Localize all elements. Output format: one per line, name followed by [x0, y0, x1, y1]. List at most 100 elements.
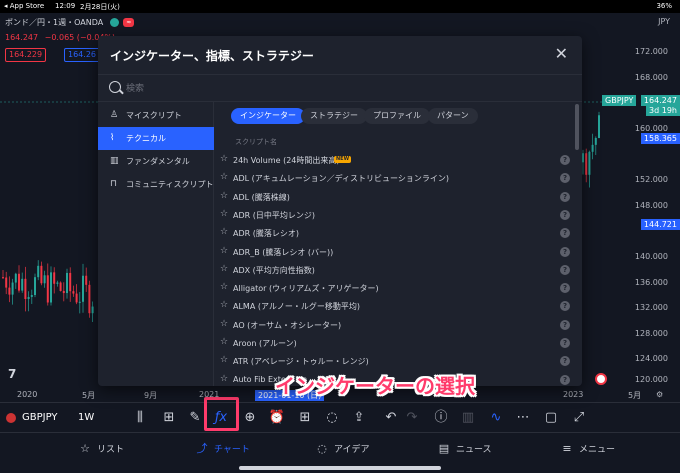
search-input[interactable] [126, 81, 546, 97]
script-row[interactable]: ☆ ATR (アベレージ・トゥルー・レンジ)? [214, 352, 582, 370]
sidebar-item-community-scripts[interactable]: ⊓ コミュニティスクリプト [98, 173, 214, 196]
help-icon[interactable]: ? [560, 246, 570, 257]
favorite-star-icon[interactable]: ☆ [220, 172, 228, 182]
favorite-star-icon[interactable]: ☆ [220, 154, 228, 164]
sidebar-item-my-scripts[interactable]: ♙ マイスクリプト [98, 104, 214, 127]
candle-body [91, 306, 94, 314]
candle-body [43, 275, 46, 284]
x-tick: 9月 [144, 391, 158, 400]
tab-profiles[interactable]: プロファイル [364, 108, 430, 124]
nav-chart-label: チャート [214, 445, 250, 455]
script-row[interactable]: ☆ ADL (騰落株線)? [214, 188, 582, 206]
favorite-star-icon[interactable]: ☆ [220, 282, 228, 292]
nav-ideas-label: アイデア [334, 445, 370, 455]
axis-settings-icon[interactable]: ⚙ [656, 390, 663, 399]
indicators-icon[interactable]: ƒx [210, 409, 232, 427]
add-icon[interactable]: ⊕ [241, 409, 259, 427]
nav-chart[interactable]: ⤴ チャート [195, 442, 250, 456]
square-icon[interactable]: ▢ [542, 409, 560, 427]
help-icon[interactable]: ? [560, 283, 570, 294]
drawing-tools-icon[interactable]: ✎ [186, 409, 204, 427]
script-name: ADL (騰落株線) [233, 192, 290, 202]
compare-symbol-icon[interactable]: ⊞ [160, 409, 178, 427]
favorite-star-icon[interactable]: ☆ [220, 337, 228, 347]
search-row [98, 74, 582, 102]
nav-menu[interactable]: ≡ メニュー [560, 442, 615, 456]
tab-patterns[interactable]: パターン [428, 108, 478, 124]
script-row[interactable]: ☆ Aroon (アルーン)? [214, 334, 582, 352]
script-name: ADR (騰落レシオ) [233, 229, 299, 239]
undo-icon[interactable]: ↶ [382, 409, 400, 427]
chart-style-icon[interactable]: ⫼ [131, 409, 149, 427]
redo-icon[interactable]: ↷ [403, 409, 421, 427]
more-icon[interactable]: ⋯ [514, 409, 532, 427]
price-axis[interactable]: JPY 172.000 168.000 160.000 152.000 148.… [602, 13, 680, 388]
tab-strategies[interactable]: ストラテジー [301, 108, 367, 124]
script-row[interactable]: ☆ ALMA (アルノー・ルグー移動平均)? [214, 297, 582, 315]
help-icon[interactable]: ? [560, 209, 570, 220]
menu-icon: ≡ [562, 442, 572, 455]
idea-bulb-icon[interactable]: ◌ [323, 409, 341, 427]
script-row[interactable]: ☆ ADL (アキュムレーション／ディストリビューションライン)? [214, 169, 582, 187]
replay-wave-icon[interactable]: ∿ [487, 409, 505, 427]
nav-news[interactable]: ▤ ニュース [437, 442, 492, 456]
script-row[interactable]: ☆ ADR_B (騰落レシオ (バー))? [214, 243, 582, 261]
script-row[interactable]: ☆ Alligator (ウィリアムズ・アリゲーター)? [214, 279, 582, 297]
favorite-star-icon[interactable]: ☆ [220, 355, 228, 365]
favorite-star-icon[interactable]: ☆ [220, 374, 228, 384]
help-icon[interactable]: ? [560, 228, 570, 239]
favorite-star-icon[interactable]: ☆ [220, 264, 228, 274]
help-icon[interactable]: ? [560, 155, 570, 165]
tab-indicators[interactable]: インジケーター [231, 108, 305, 124]
script-row[interactable]: ☆ ADR (騰落レシオ)? [214, 224, 582, 242]
nav-list[interactable]: ☆ リスト [78, 442, 124, 456]
candle-body [2, 277, 4, 279]
help-icon[interactable]: ? [560, 319, 570, 330]
sell-button[interactable]: 164.229 [5, 48, 47, 62]
alert-clock-icon[interactable]: ⏰ [268, 409, 286, 427]
compare-icon[interactable]: ≈ [123, 18, 135, 27]
help-icon[interactable]: ? [560, 301, 570, 312]
script-name: ADX (平均方向性指数) [233, 265, 315, 275]
scrollbar[interactable] [575, 102, 579, 386]
interval-selector[interactable]: 1W [78, 412, 94, 423]
close-icon[interactable]: ✕ [555, 44, 568, 63]
candle-body [62, 290, 65, 294]
script-row[interactable]: ☆ 24h Volume (24時間出来高) NEW? [214, 151, 582, 169]
candle-body [588, 151, 591, 175]
candle-body [82, 275, 84, 302]
candle-body [582, 153, 584, 163]
layout-grid-icon[interactable]: ⊞ [296, 409, 314, 427]
help-icon[interactable]: ? [560, 374, 570, 385]
back-to-app-store[interactable]: ◂ App Store [4, 2, 44, 10]
bar-stats-icon[interactable]: ▥ [459, 409, 477, 427]
info-icon[interactable]: ⓘ [432, 409, 450, 427]
sidebar-item-technicals[interactable]: ⌇ テクニカル [98, 127, 214, 150]
script-row[interactable]: ☆ ADX (平均方向性指数)? [214, 261, 582, 279]
symbol-selector[interactable]: GBPJPY [22, 412, 58, 423]
favorite-star-icon[interactable]: ☆ [220, 209, 228, 219]
script-name: ATR (アベレージ・トゥルー・レンジ) [233, 357, 369, 367]
help-icon[interactable]: ? [560, 264, 570, 275]
favorite-star-icon[interactable]: ☆ [220, 300, 228, 310]
favorite-star-icon[interactable]: ☆ [220, 191, 228, 201]
help-icon[interactable]: ? [560, 191, 570, 202]
candle-body [66, 272, 68, 294]
help-icon[interactable]: ? [560, 173, 570, 184]
share-icon[interactable]: ⇪ [350, 409, 368, 427]
favorite-star-icon[interactable]: ☆ [220, 227, 228, 237]
script-list-panel: インジケーター ストラテジー プロファイル パターン スクリプト名 ☆ 24h V… [214, 102, 582, 386]
candle-body [85, 275, 88, 285]
help-icon[interactable]: ? [560, 338, 570, 348]
sidebar-item-fundamentals[interactable]: ▥ ファンダメンタル [98, 150, 214, 173]
user-icon: ♙ [110, 110, 119, 120]
category-sidebar: ♙ マイスクリプト ⌇ テクニカル ▥ ファンダメンタル ⊓ コミュニティスクリプト [98, 102, 214, 386]
favorite-star-icon[interactable]: ☆ [220, 319, 228, 329]
nav-ideas[interactable]: ◌ アイデア [315, 442, 370, 456]
favorite-star-icon[interactable]: ☆ [220, 246, 228, 256]
script-row[interactable]: ☆ AO (オーサム・オシレーター)? [214, 316, 582, 334]
help-icon[interactable]: ? [560, 356, 570, 367]
fullscreen-icon[interactable]: ⤢ [570, 409, 588, 427]
buy-button[interactable]: 164.26 [64, 48, 100, 62]
script-row[interactable]: ☆ ADR (日中平均レンジ)? [214, 206, 582, 224]
